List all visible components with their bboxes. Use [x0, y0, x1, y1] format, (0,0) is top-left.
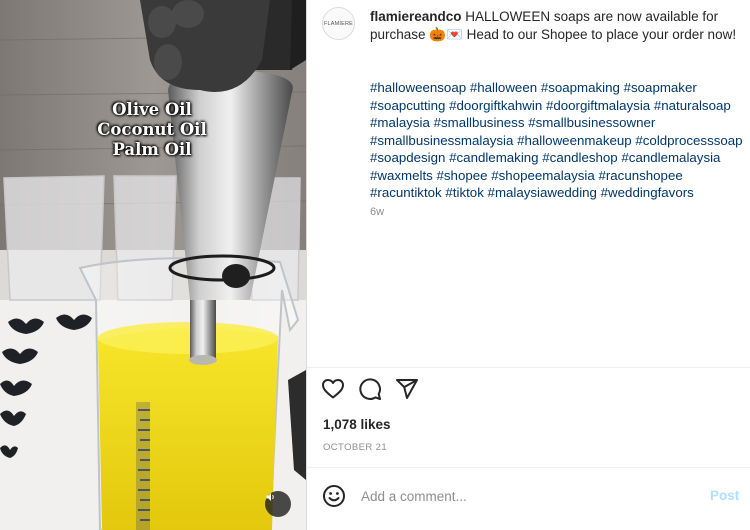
hashtag-link[interactable]: #waxmelts — [370, 168, 433, 183]
post-details-panel: FLAMIERE flamiereandco HALLOWEEN soaps a… — [306, 0, 750, 530]
avatar[interactable]: FLAMIERE — [322, 7, 355, 40]
media-illustration — [0, 0, 306, 530]
hashtag-link[interactable]: #malaysiawedding — [488, 185, 597, 200]
post-media-video[interactable]: Olive Oil Coconut Oil Palm Oil — [0, 0, 306, 530]
post-caption: flamiereandco HALLOWEEN soaps are now av… — [370, 8, 742, 44]
volume-button[interactable] — [265, 491, 291, 517]
post-time-ago[interactable]: 6w — [370, 206, 384, 218]
hashtag-link[interactable]: #soapcutting — [370, 98, 445, 113]
hashtag-link[interactable]: #tiktok — [445, 185, 483, 200]
share-icon[interactable] — [395, 377, 419, 401]
hashtag-link[interactable]: #racunshopee — [598, 168, 682, 183]
hashtag-link[interactable]: #halloween — [470, 80, 537, 95]
hashtag-link[interactable]: #coldprocesssoap — [635, 133, 742, 148]
comment-icon[interactable] — [358, 377, 382, 401]
username-link[interactable]: flamiereandco — [370, 9, 462, 24]
hashtag-link[interactable]: #shopeemalaysia — [491, 168, 595, 183]
hashtag-link[interactable]: #candleshop — [542, 150, 617, 165]
section-divider — [307, 467, 750, 468]
hashtag-link[interactable]: #soapmaker — [624, 80, 697, 95]
hashtag-link[interactable]: #smallbusinessmalaysia — [370, 133, 513, 148]
hashtag-list: #halloweensoap #halloween #soapmaking #s… — [370, 79, 748, 202]
hashtag-link[interactable]: #smallbusinessowner — [528, 115, 655, 130]
hashtag-link[interactable]: #weddingfavors — [601, 185, 694, 200]
hashtag-link[interactable]: #doorgiftmalaysia — [546, 98, 650, 113]
hashtag-link[interactable]: #shopee — [437, 168, 488, 183]
hashtag-link[interactable]: #soapdesign — [370, 150, 445, 165]
post-actions-bar — [321, 377, 419, 401]
overlay-text-line: Olive Oil — [112, 100, 192, 119]
overlay-text-line: Coconut Oil — [97, 120, 207, 139]
like-count[interactable]: 1,078 likes — [323, 417, 391, 432]
heart-icon[interactable] — [321, 377, 345, 401]
avatar-logo-text: FLAMIERE — [323, 20, 354, 27]
post-comment-button[interactable]: Post — [710, 488, 739, 503]
volume-icon — [266, 493, 274, 501]
hashtag-link[interactable]: #smallbusiness — [434, 115, 525, 130]
post-date[interactable]: OCTOBER 21 — [323, 442, 387, 453]
hashtag-link[interactable]: #doorgiftkahwin — [449, 98, 542, 113]
section-divider — [307, 367, 750, 368]
overlay-text-line: Palm Oil — [112, 140, 192, 159]
hashtag-link[interactable]: #candlemalaysia — [621, 150, 720, 165]
comment-input[interactable] — [361, 486, 691, 506]
hashtag-link[interactable]: #malaysia — [370, 115, 430, 130]
hashtag-link[interactable]: #halloweensoap — [370, 80, 466, 95]
hashtag-link[interactable]: #racuntiktok — [370, 185, 442, 200]
hashtag-link[interactable]: #candlemaking — [449, 150, 538, 165]
emoji-icon[interactable] — [322, 484, 346, 508]
hashtag-link[interactable]: #soapmaking — [541, 80, 620, 95]
hashtag-link[interactable]: #naturalsoap — [654, 98, 731, 113]
hashtag-link[interactable]: #halloweenmakeup — [517, 133, 632, 148]
